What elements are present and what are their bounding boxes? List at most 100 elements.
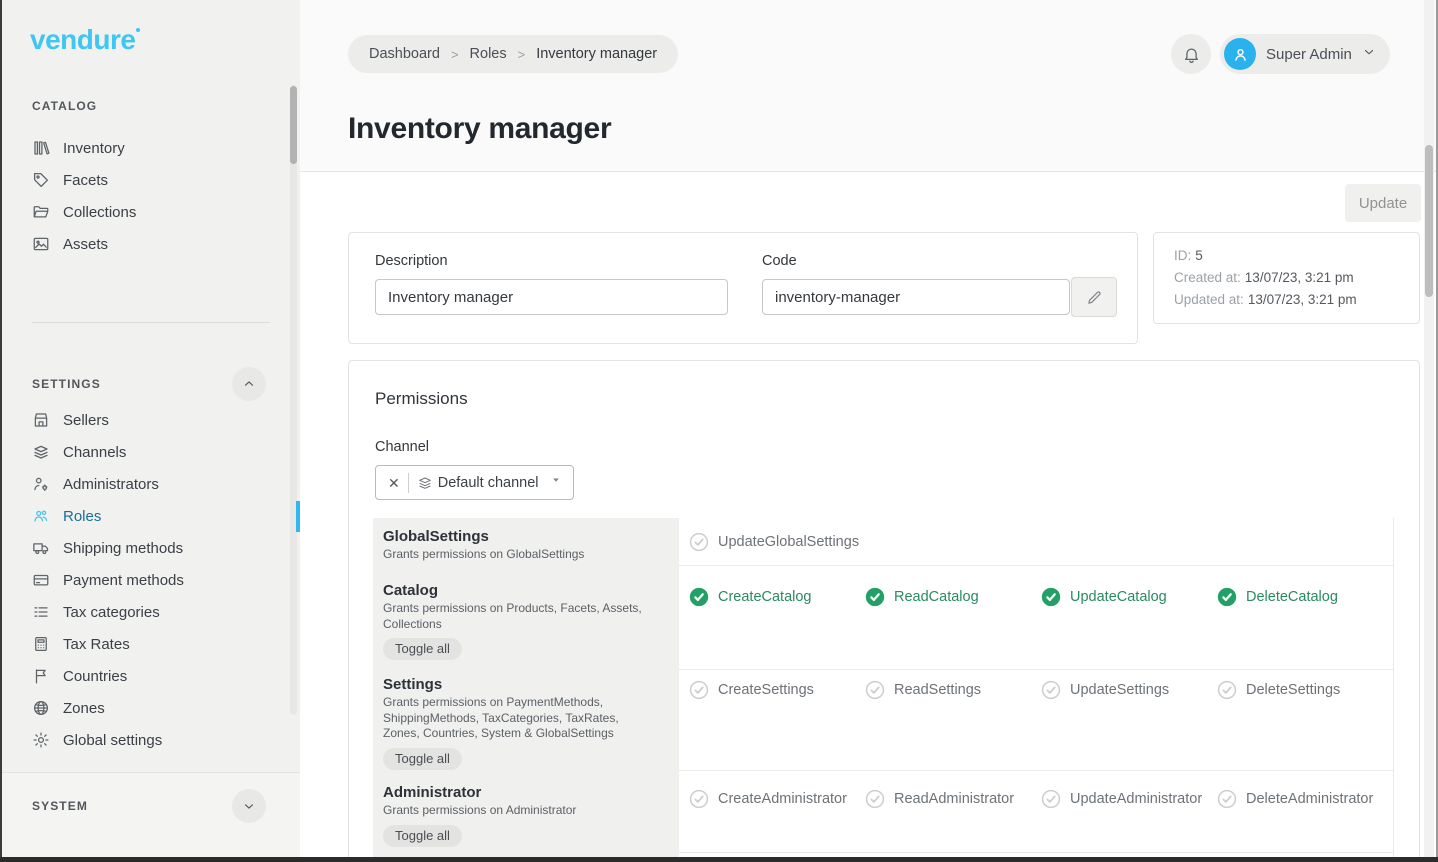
settings-collapse-button[interactable]	[232, 367, 266, 401]
entity-info-panel: ID:5 Created at:13/07/23, 3:21 pm Update…	[1153, 232, 1420, 324]
main-area: Dashboard > Roles > Inventory manager Su…	[300, 0, 1436, 857]
users-icon	[32, 507, 50, 525]
truck-icon	[32, 539, 50, 557]
updated-at-row: Updated at:13/07/23, 3:21 pm	[1174, 289, 1399, 311]
select-divider	[408, 473, 409, 493]
user-menu[interactable]: Super Admin	[1220, 34, 1390, 74]
permission-checkbox[interactable]: CreateCatalog	[689, 586, 865, 608]
permission-checkbox[interactable]: CreateSettings	[689, 679, 865, 701]
channel-select[interactable]: ✕ Default channel	[375, 465, 574, 500]
check-circle-icon	[689, 680, 709, 700]
description-input[interactable]	[375, 279, 728, 315]
breadcrumb: Dashboard > Roles > Inventory manager	[348, 35, 678, 73]
pencil-icon	[1086, 289, 1103, 306]
calculator-icon	[32, 635, 50, 653]
permission-checkbox[interactable]: CreateAdministrator	[689, 788, 865, 810]
channel-selected-value: Default channel	[438, 475, 541, 491]
toggle-all-button[interactable]: Toggle all	[383, 748, 462, 770]
group-title: Settings	[383, 676, 657, 693]
sidebar-item-tax-categories[interactable]: Tax categories	[2, 596, 290, 628]
permission-checkbox[interactable]: UpdateCatalog	[1041, 586, 1217, 608]
folder-icon	[32, 203, 50, 221]
breadcrumb-roles[interactable]: Roles	[470, 46, 507, 62]
permission-checkbox[interactable]: ReadSettings	[865, 679, 1041, 701]
catalog-nav: Inventory Facets Collections Assets	[2, 132, 290, 260]
sidebar-item-roles[interactable]: Roles	[2, 500, 290, 532]
permission-checkbox[interactable]: DeleteCatalog	[1217, 586, 1393, 608]
window-left-edge	[0, 0, 2, 862]
check-circle-icon	[865, 680, 885, 700]
update-button[interactable]: Update	[1345, 184, 1421, 222]
check-circle-icon	[689, 532, 709, 552]
permission-checkbox[interactable]: ReadCatalog	[865, 586, 1041, 608]
bell-icon	[1182, 45, 1201, 64]
credit-card-icon	[32, 571, 50, 589]
active-nav-indicator	[296, 501, 300, 532]
sidebar-item-collections[interactable]: Collections	[2, 196, 290, 228]
permission-group-administrator: Administrator Grants permissions on Admi…	[373, 771, 1394, 853]
sidebar-item-countries[interactable]: Countries	[2, 660, 290, 692]
sidebar-item-assets[interactable]: Assets	[2, 228, 290, 260]
page-header: Dashboard > Roles > Inventory manager Su…	[300, 0, 1436, 172]
shop-icon	[32, 411, 50, 429]
check-circle-icon	[689, 789, 709, 809]
list-icon	[32, 603, 50, 621]
system-expand-button[interactable]	[232, 789, 266, 823]
sidebar-item-shipping-methods[interactable]: Shipping methods	[2, 532, 290, 564]
sidebar: vendure CATALOG Inventory Facets Collect…	[2, 0, 300, 857]
sidebar-item-tax-rates[interactable]: Tax Rates	[2, 628, 290, 660]
permissions-card: Permissions Channel ✕ Default channel Gl…	[348, 360, 1420, 862]
permission-checkbox[interactable]: DeleteAdministrator	[1217, 788, 1393, 810]
check-circle-icon	[865, 789, 885, 809]
edit-code-button[interactable]	[1071, 277, 1117, 317]
remove-channel-icon[interactable]: ✕	[388, 476, 400, 490]
gear-icon	[32, 731, 50, 749]
settings-section-header: SETTINGS	[2, 366, 290, 402]
flag-icon	[32, 667, 50, 685]
check-circle-icon	[1041, 789, 1061, 809]
created-at-row: Created at:13/07/23, 3:21 pm	[1174, 267, 1399, 289]
notifications-button[interactable]	[1171, 34, 1211, 74]
chevron-up-icon	[242, 377, 256, 391]
logo-trademark-dot	[136, 28, 140, 32]
tag-icon	[32, 171, 50, 189]
permission-checkbox[interactable]: ReadAdministrator	[865, 788, 1041, 810]
sidebar-item-zones[interactable]: Zones	[2, 692, 290, 724]
sidebar-item-channels[interactable]: Channels	[2, 436, 290, 468]
permission-checkbox[interactable]: UpdateGlobalSettings	[689, 531, 865, 553]
permission-checkbox[interactable]: UpdateAdministrator	[1041, 788, 1217, 810]
window-scrollbar-track[interactable]	[1424, 0, 1434, 857]
toggle-all-button[interactable]: Toggle all	[383, 638, 462, 660]
sidebar-item-sellers[interactable]: Sellers	[2, 404, 290, 436]
toggle-all-button[interactable]: Toggle all	[383, 825, 462, 847]
settings-section-label: SETTINGS	[32, 377, 101, 391]
avatar	[1224, 38, 1256, 70]
sidebar-item-payment-methods[interactable]: Payment methods	[2, 564, 290, 596]
window-bottom-bar	[0, 857, 1438, 862]
system-section: SYSTEM	[2, 772, 300, 857]
check-circle-icon	[1041, 587, 1061, 607]
user-name: Super Admin	[1266, 46, 1352, 63]
sidebar-item-administrators[interactable]: Administrators	[2, 468, 290, 500]
check-circle-icon	[1217, 680, 1237, 700]
breadcrumb-dashboard[interactable]: Dashboard	[369, 46, 440, 62]
sidebar-item-inventory[interactable]: Inventory	[2, 132, 290, 164]
window-scrollbar-thumb[interactable]	[1425, 145, 1433, 297]
code-input[interactable]	[762, 279, 1070, 315]
chevron-down-icon	[242, 799, 256, 813]
user-icon	[1231, 45, 1250, 64]
sidebar-scrollbar-track[interactable]	[290, 85, 297, 715]
description-label: Description	[375, 253, 448, 269]
breadcrumb-separator: >	[518, 47, 526, 62]
channel-label: Channel	[375, 439, 429, 455]
sidebar-item-global-settings[interactable]: Global settings	[2, 724, 290, 756]
permission-checkbox[interactable]: UpdateSettings	[1041, 679, 1217, 701]
breadcrumb-current: Inventory manager	[536, 46, 657, 62]
group-title: Administrator	[383, 784, 657, 801]
permission-checkbox[interactable]: DeleteSettings	[1217, 679, 1393, 701]
sidebar-scrollbar-thumb[interactable]	[290, 86, 297, 164]
sidebar-item-facets[interactable]: Facets	[2, 164, 290, 196]
vendure-logo[interactable]: vendure	[30, 24, 140, 56]
group-title: GlobalSettings	[383, 528, 657, 545]
layers-icon	[32, 443, 50, 461]
